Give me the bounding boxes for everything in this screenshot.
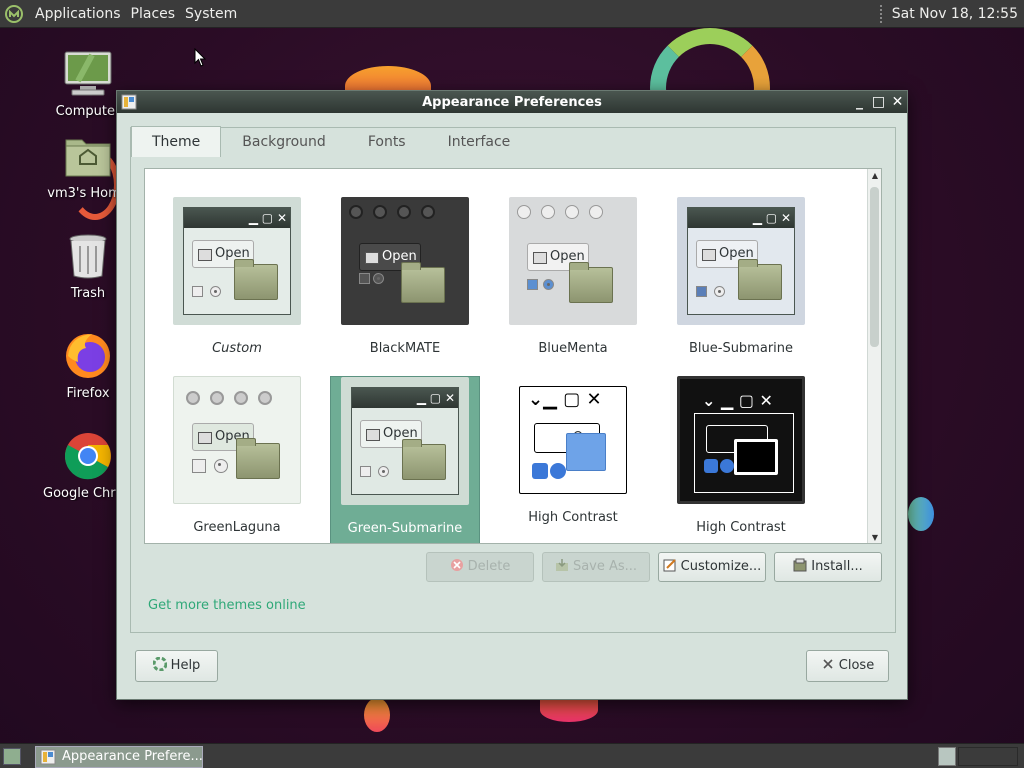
wallpaper-blob-bottom	[540, 698, 598, 722]
theme-item-high-contrast[interactable]: ⌄▁ ▢ ✕ O High Contrast	[498, 376, 648, 543]
help-button[interactable]: Help	[135, 650, 218, 682]
customize-button[interactable]: Customize...	[658, 552, 766, 582]
scroll-up-arrow-icon[interactable]: ▲	[868, 169, 881, 183]
panel-grip[interactable]	[879, 4, 884, 23]
save-icon	[555, 559, 568, 571]
theme-name: Custom	[212, 341, 262, 356]
top-panel: Applications Places System Sat Nov 18, 1…	[0, 0, 1024, 28]
mate-logo-icon[interactable]	[4, 4, 24, 24]
wallpaper-blob-bottom-left	[364, 698, 390, 732]
theme-name: High Contrast	[528, 510, 618, 525]
wallpaper-blob-blue	[908, 497, 934, 531]
tab-interface[interactable]: Interface	[427, 126, 532, 156]
theme-preview: Open	[173, 376, 301, 504]
taskbar-item-appearance-preferences[interactable]: Appearance Prefere...	[35, 746, 203, 768]
theme-name: High Contrast	[696, 520, 786, 535]
theme-name: Blue-Submarine	[688, 341, 794, 356]
theme-preview: Open	[341, 197, 469, 325]
tab-background[interactable]: Background	[221, 126, 347, 156]
close-button[interactable]: Close	[806, 650, 889, 682]
theme-preview: ▁ ▢ ✕ Open	[677, 197, 805, 325]
window-titlebar[interactable]: Appearance Preferences _ □ ✕	[117, 91, 907, 113]
theme-item-high-contrast-inverse[interactable]: ⌄ ▁ ▢ ✕ High Contrast	[666, 376, 816, 543]
install-icon	[793, 558, 807, 572]
workspace-2-switcher[interactable]	[958, 747, 1018, 766]
menu-places[interactable]: Places	[126, 0, 181, 28]
install-button[interactable]: Install...	[774, 552, 882, 582]
theme-name: GreenLaguna	[193, 520, 281, 535]
theme-preview: Open	[509, 197, 637, 325]
appearance-app-icon	[121, 94, 137, 110]
tab-theme[interactable]: Theme	[131, 126, 222, 157]
theme-gallery-scrollbar[interactable]: ▲ ▼	[867, 169, 881, 543]
theme-preview: ⌄ ▁ ▢ ✕	[677, 376, 805, 504]
computer-icon	[62, 48, 114, 100]
menu-system[interactable]: System	[180, 0, 242, 28]
theme-gallery: ▁ ▢ ✕ Open Custom Open BlackMATE Open Bl…	[144, 168, 882, 544]
close-icon	[823, 659, 833, 669]
home-folder-icon	[62, 130, 114, 182]
tab-fonts[interactable]: Fonts	[347, 126, 427, 156]
window-title: Appearance Preferences	[422, 94, 602, 110]
appearance-app-icon	[40, 749, 56, 765]
theme-item-bluementa[interactable]: Open BlueMenta	[498, 197, 648, 367]
delete-icon	[450, 559, 463, 571]
clock[interactable]: Sat Nov 18, 12:55	[892, 6, 1024, 22]
theme-item-greenlaguna[interactable]: Open GreenLaguna	[162, 376, 312, 543]
theme-item-green-submarine[interactable]: ▁ ▢ ✕ Open Green-Submarine	[330, 376, 480, 543]
delete-button[interactable]: Delete	[426, 552, 534, 582]
scrollbar-thumb[interactable]	[870, 187, 879, 347]
save-as-button[interactable]: Save As...	[542, 552, 650, 582]
bottom-panel: Appearance Prefere...	[0, 743, 1024, 768]
theme-item-custom[interactable]: ▁ ▢ ✕ Open Custom	[162, 197, 312, 367]
close-window-button[interactable]: ✕	[888, 92, 907, 112]
theme-preview: ⌄▁ ▢ ✕ O	[519, 386, 627, 494]
theme-name: BlackMATE	[369, 341, 441, 356]
chrome-icon	[62, 430, 114, 482]
mouse-cursor-icon	[194, 48, 207, 67]
theme-preview: ▁ ▢ ✕ Open	[341, 377, 469, 505]
workspace-1-switcher[interactable]	[938, 747, 956, 766]
preferences-notebook: Theme Background Fonts Interface ▁ ▢ ✕ O…	[130, 126, 896, 633]
get-more-themes-link[interactable]: Get more themes online	[148, 598, 306, 613]
customize-icon	[663, 559, 676, 572]
theme-preview: ▁ ▢ ✕ Open	[173, 197, 301, 325]
appearance-preferences-window: Appearance Preferences _ □ ✕ Theme Backg…	[116, 90, 908, 700]
trash-icon	[62, 230, 114, 282]
menu-applications[interactable]: Applications	[30, 0, 126, 28]
maximize-button[interactable]: □	[869, 92, 888, 112]
show-desktop-icon[interactable]	[3, 748, 21, 765]
tab-bar: Theme Background Fonts Interface	[131, 126, 532, 157]
theme-item-blue-submarine[interactable]: ▁ ▢ ✕ Open Blue-Submarine	[666, 197, 816, 367]
theme-name: BlueMenta	[538, 341, 608, 356]
theme-item-blackmate[interactable]: Open BlackMATE	[330, 197, 480, 367]
scroll-down-arrow-icon[interactable]: ▼	[868, 531, 881, 543]
firefox-icon	[62, 330, 114, 382]
theme-name: Green-Submarine	[347, 521, 463, 536]
help-icon	[152, 657, 167, 671]
minimize-button[interactable]: _	[850, 92, 869, 112]
